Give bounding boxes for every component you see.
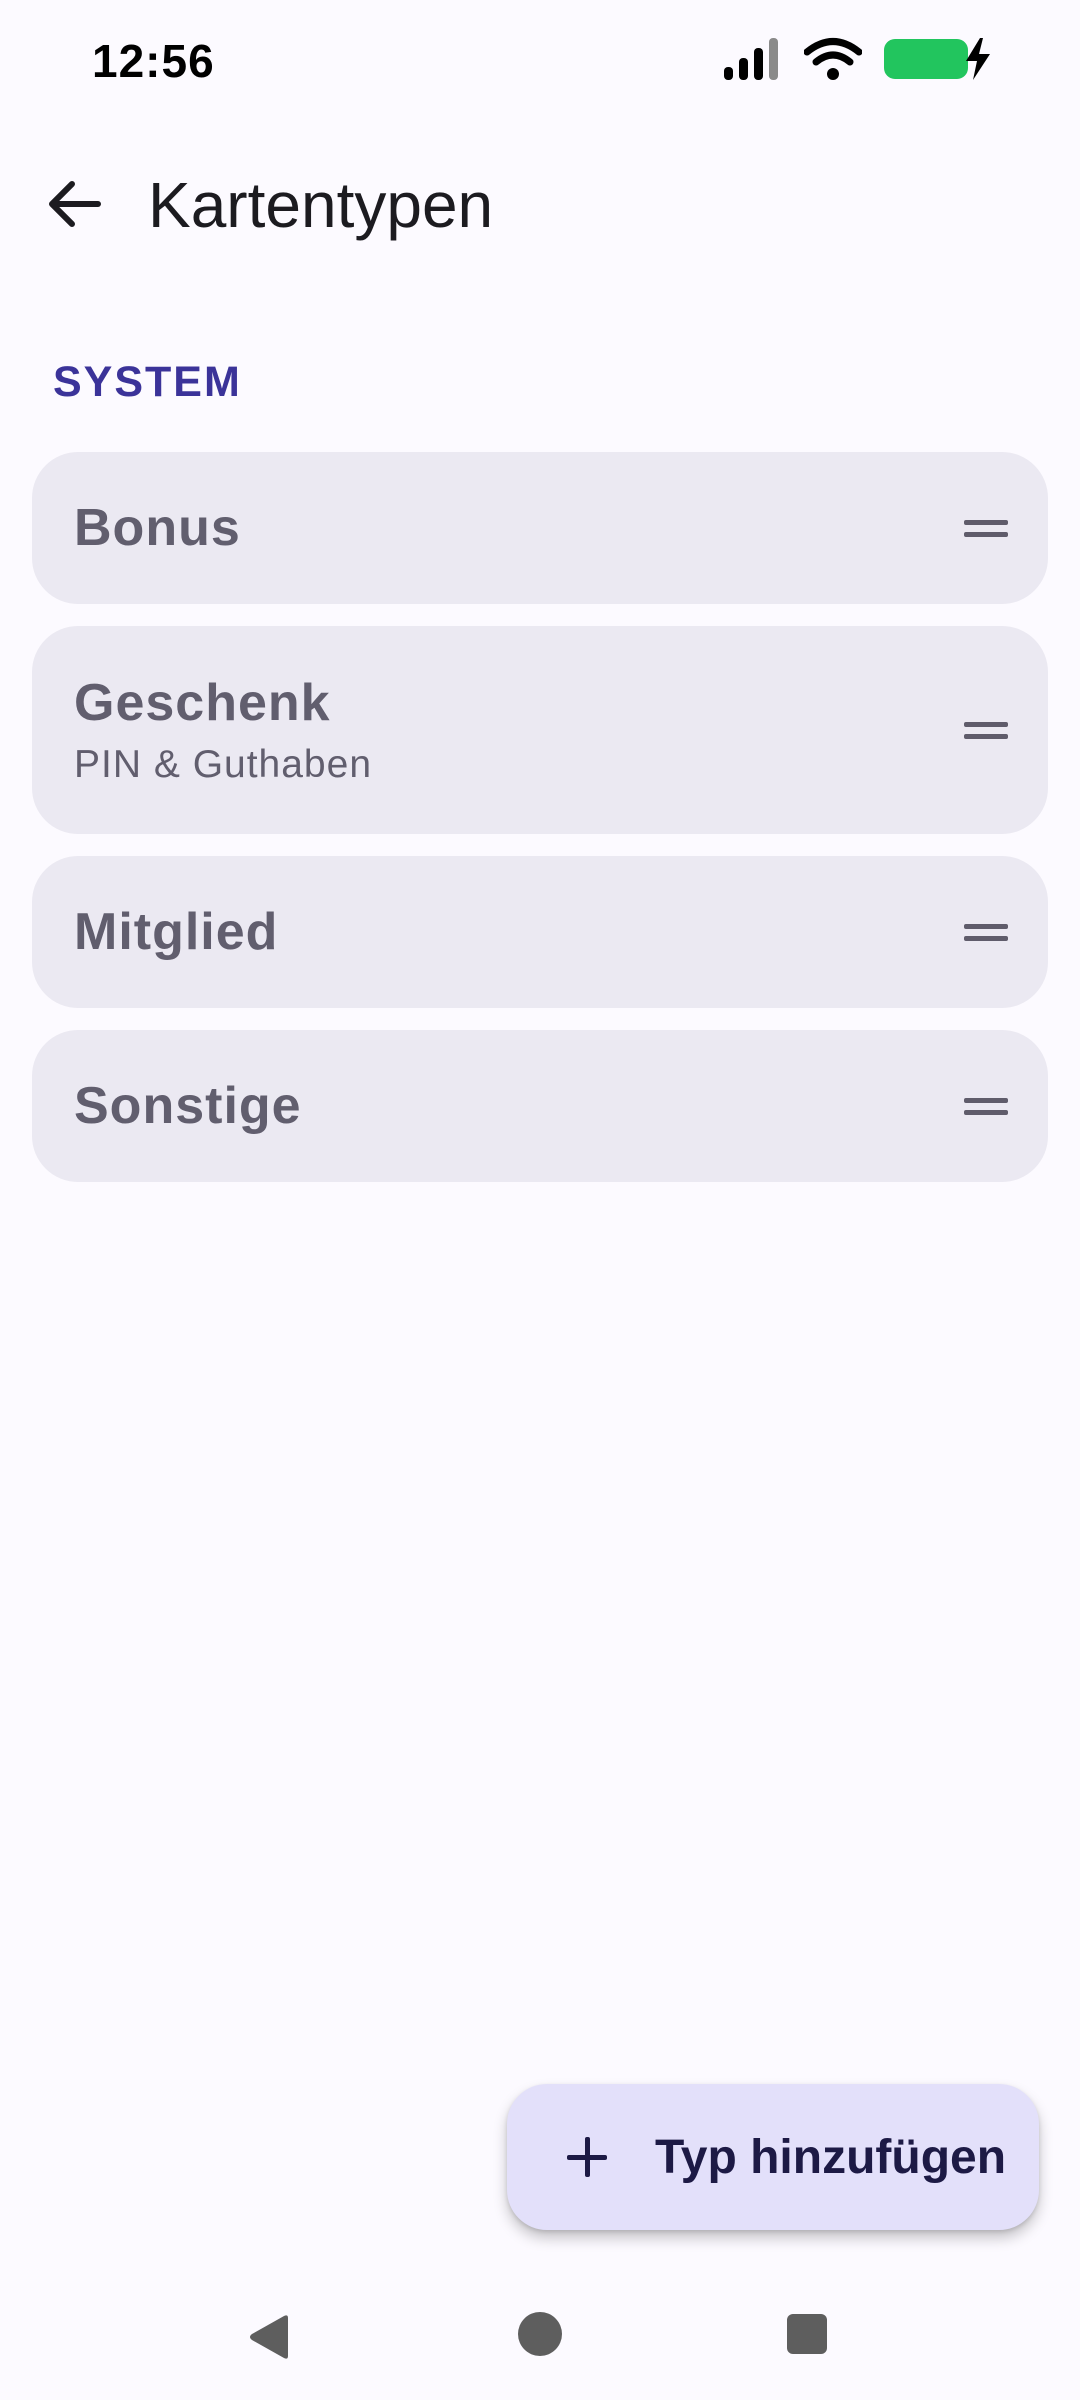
drag-handle-icon[interactable] xyxy=(964,717,1008,743)
drag-handle-icon[interactable] xyxy=(964,919,1008,945)
system-navigation-bar xyxy=(0,2290,1080,2380)
top-app-bar: Kartentypen xyxy=(0,150,1080,260)
card-type-list: Bonus Geschenk PIN & Guthaben Mitglied S… xyxy=(32,452,1048,1182)
card-type-title: Bonus xyxy=(74,499,241,557)
arrow-back-icon xyxy=(46,178,102,235)
status-icons xyxy=(722,36,992,82)
drag-handle-icon[interactable] xyxy=(964,1093,1008,1119)
card-type-title: Sonstige xyxy=(74,1077,302,1135)
card-type-title: Geschenk xyxy=(74,674,331,732)
card-type-item-sonstige[interactable]: Sonstige xyxy=(32,1030,1048,1182)
nav-back-icon[interactable] xyxy=(246,2314,294,2365)
plus-icon xyxy=(559,2129,615,2185)
card-type-subtitle: PIN & Guthaben xyxy=(74,743,373,786)
add-type-button[interactable]: Typ hinzufügen xyxy=(507,2084,1039,2230)
nav-home-icon[interactable] xyxy=(518,2312,562,2356)
add-type-label: Typ hinzufügen xyxy=(655,2130,1007,2184)
section-label: SYSTEM xyxy=(53,358,242,406)
battery-charging-icon xyxy=(884,36,992,82)
card-type-item-bonus[interactable]: Bonus xyxy=(32,452,1048,604)
card-type-item-geschenk[interactable]: Geschenk PIN & Guthaben xyxy=(32,626,1048,834)
signal-icon xyxy=(722,37,782,81)
drag-handle-icon[interactable] xyxy=(964,515,1008,541)
back-button[interactable] xyxy=(34,170,114,242)
card-type-item-mitglied[interactable]: Mitglied xyxy=(32,856,1048,1008)
card-type-title: Mitglied xyxy=(74,903,279,961)
nav-recents-icon[interactable] xyxy=(787,2314,827,2354)
wifi-icon xyxy=(804,37,862,81)
status-bar: 12:56 xyxy=(0,0,1080,120)
status-time: 12:56 xyxy=(92,35,215,87)
page-title: Kartentypen xyxy=(148,169,494,241)
